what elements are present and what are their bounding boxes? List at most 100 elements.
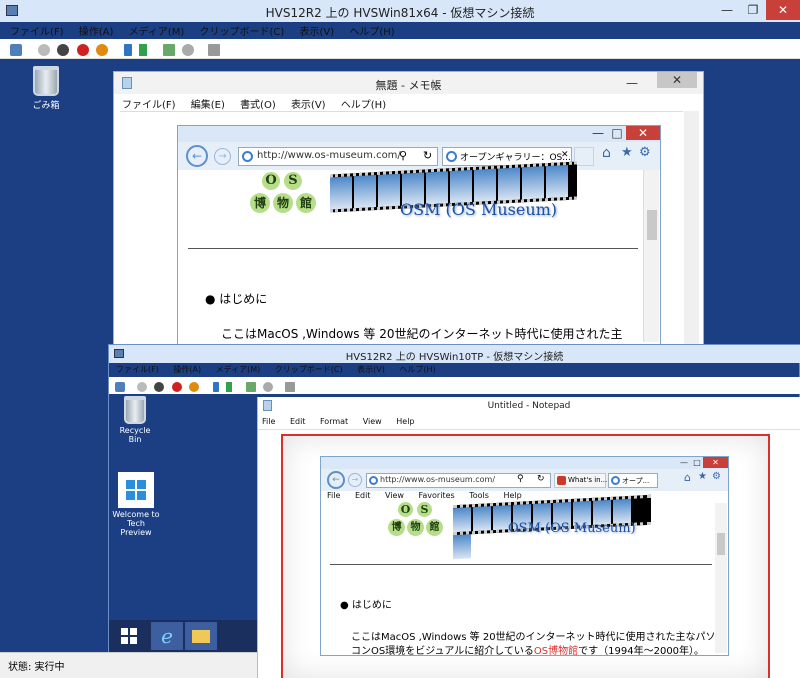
inner-shutdown-icon[interactable] (171, 382, 182, 392)
ie2-bullet-item[interactable]: ● はじめに (340, 596, 392, 611)
ie1-minimize-button[interactable]: — (588, 126, 608, 140)
ie1-close-button[interactable]: ✕ (626, 126, 660, 140)
np1-menu-help[interactable]: ヘルプ(H) (335, 96, 392, 111)
outer-recycle-bin[interactable]: ごみ箱 (24, 66, 68, 111)
refresh-icon[interactable]: ↻ (423, 149, 432, 162)
outer-menu-clipboard[interactable]: クリップボード(C) (194, 23, 291, 38)
start-icon[interactable] (37, 44, 50, 56)
ie2-address-bar[interactable]: http://www.os-museum.com/ ⚲ ↻ (366, 473, 551, 488)
windows-logo-icon (118, 472, 154, 508)
ie2-scroll-thumb[interactable] (717, 533, 725, 555)
new-tab-area[interactable] (574, 147, 594, 166)
outer-maximize-button[interactable]: ❐ (740, 0, 766, 20)
ie2-menu-edit[interactable]: Edit (349, 491, 377, 500)
outer-menu-action[interactable]: 操作(A) (73, 23, 120, 38)
ie2-minimize-button[interactable]: — (677, 457, 691, 468)
np2-menu-format[interactable]: Format (314, 417, 354, 426)
logo-kan: 館 (296, 193, 316, 213)
ie2-menu-tools[interactable]: Tools (463, 491, 495, 500)
inner-enhanced-session-icon[interactable] (284, 382, 295, 392)
inner-menu-clipboard[interactable]: クリップボード(C) (269, 364, 349, 375)
settings-gear-icon[interactable]: ⚙ (639, 145, 651, 160)
inner-save-state-icon[interactable] (189, 382, 199, 392)
ie1-scrollbar[interactable] (643, 170, 659, 342)
inner-recycle-bin[interactable]: Recycle Bin (112, 396, 158, 444)
taskbar-explorer-button[interactable] (185, 622, 217, 650)
ie2-os-museum-link[interactable]: OS博物館 (534, 646, 578, 657)
outer-close-button[interactable]: ✕ (766, 0, 800, 20)
welcome-tech-preview-icon[interactable]: Welcome to Tech Preview (111, 472, 161, 537)
ie2-close-button[interactable]: ✕ (703, 457, 728, 468)
ie1-maximize-button[interactable]: □ (608, 126, 626, 140)
inner-reset-icon[interactable] (226, 382, 232, 392)
np1-menu-file[interactable]: ファイル(F) (116, 96, 182, 111)
start-button[interactable] (109, 620, 149, 652)
outer-vm-title: HVS12R2 上の HVSWin81x64 - 仮想マシン接続 (265, 6, 535, 20)
inner-start-icon[interactable] (136, 382, 147, 392)
ie2-home-icon[interactable]: ⌂ (684, 471, 691, 484)
save-state-icon[interactable] (96, 44, 108, 56)
ie2-back-icon[interactable]: ← (327, 471, 345, 489)
ie2-bullet-text: はじめに (351, 600, 392, 611)
np1-menu-view[interactable]: 表示(V) (285, 96, 332, 111)
ie2-tab1[interactable]: What's in... (554, 473, 607, 488)
ie1-address-bar[interactable]: http://www.os-museum.com/ ⚲ ↻ (238, 147, 438, 166)
np2-menu-file[interactable]: File (256, 417, 281, 426)
ie2-tab2[interactable]: オープ... (608, 473, 658, 488)
revert-icon[interactable] (182, 44, 194, 56)
ie2-search-icon[interactable]: ⚲ (517, 474, 524, 484)
enhanced-session-icon[interactable] (207, 44, 220, 56)
logo-butsu: 物 (273, 193, 293, 213)
forward-icon[interactable]: → (214, 148, 231, 165)
ie2-menu-favorites[interactable]: Favorites (413, 491, 461, 500)
inner-menu-view[interactable]: 表示(V) (351, 364, 391, 375)
ie2-menu-file[interactable]: File (321, 491, 346, 500)
np2-menu-help[interactable]: Help (390, 417, 420, 426)
ctrl-alt-del-icon[interactable] (10, 44, 22, 56)
inner-menu-file[interactable]: ファイル(F) (110, 364, 165, 375)
notepad1-scrollbar[interactable] (684, 111, 699, 351)
shutdown-icon[interactable] (76, 44, 89, 56)
reset-icon[interactable] (139, 44, 147, 56)
inner-turn-off-icon[interactable] (154, 382, 164, 392)
inner-menu-media[interactable]: メディア(M) (210, 364, 267, 375)
ie2-scrollbar[interactable] (715, 503, 727, 653)
favorites-icon[interactable]: ★ (621, 145, 633, 160)
inner-checkpoint-icon[interactable] (245, 382, 256, 392)
ie2-refresh-icon[interactable]: ↻ (537, 474, 545, 484)
outer-menu-help[interactable]: ヘルプ(H) (343, 23, 400, 38)
notepad1-close-button[interactable]: ✕ (657, 72, 697, 88)
inner-menu-help[interactable]: ヘルプ(H) (393, 364, 441, 375)
np2-menu-edit[interactable]: Edit (284, 417, 312, 426)
outer-menu-file[interactable]: ファイル(F) (4, 23, 70, 38)
turn-off-icon[interactable] (57, 44, 69, 56)
outer-menubar: ファイル(F) 操作(A) メディア(M) クリップボード(C) 表示(V) ヘ… (4, 23, 401, 39)
np2-menu-view[interactable]: View (357, 417, 388, 426)
ie2-paragraph-line2: コンOS環境をビジュアルに紹介しているOS博物館です（1994年～2000年）。 (351, 642, 704, 657)
np1-menu-edit[interactable]: 編集(E) (185, 96, 231, 111)
ie2-menu-help[interactable]: Help (497, 491, 527, 500)
tab-close-icon[interactable]: ✕ (561, 150, 569, 160)
outer-minimize-button[interactable]: — (714, 0, 740, 20)
ie2-menu-view[interactable]: View (379, 491, 410, 500)
notepad1-minimize-button[interactable]: — (619, 72, 645, 94)
ie1-scroll-thumb[interactable] (647, 210, 657, 240)
ie2-maximize-button[interactable]: □ (691, 457, 703, 468)
outer-menu-media[interactable]: メディア(M) (123, 23, 191, 38)
taskbar-ie-button[interactable]: e (151, 622, 183, 650)
outer-menu-view[interactable]: 表示(V) (294, 23, 341, 38)
checkpoint-icon[interactable] (162, 44, 175, 56)
inner-pause-icon[interactable] (212, 382, 219, 392)
inner-menu-action[interactable]: 操作(A) (167, 364, 207, 375)
np1-menu-format[interactable]: 書式(O) (234, 96, 282, 111)
ie2-favorites-icon[interactable]: ★ (698, 471, 707, 482)
ie2-forward-icon[interactable]: → (348, 473, 362, 487)
back-icon[interactable]: ← (186, 145, 208, 167)
ie1-bullet-item[interactable]: ● はじめに (205, 290, 267, 307)
home-icon[interactable]: ⌂ (602, 145, 611, 161)
ie2-settings-icon[interactable]: ⚙ (712, 471, 721, 482)
inner-revert-icon[interactable] (263, 382, 273, 392)
inner-ctrl-alt-del-icon[interactable] (115, 382, 125, 392)
search-icon[interactable]: ⚲ (399, 149, 407, 162)
pause-icon[interactable] (123, 44, 132, 56)
